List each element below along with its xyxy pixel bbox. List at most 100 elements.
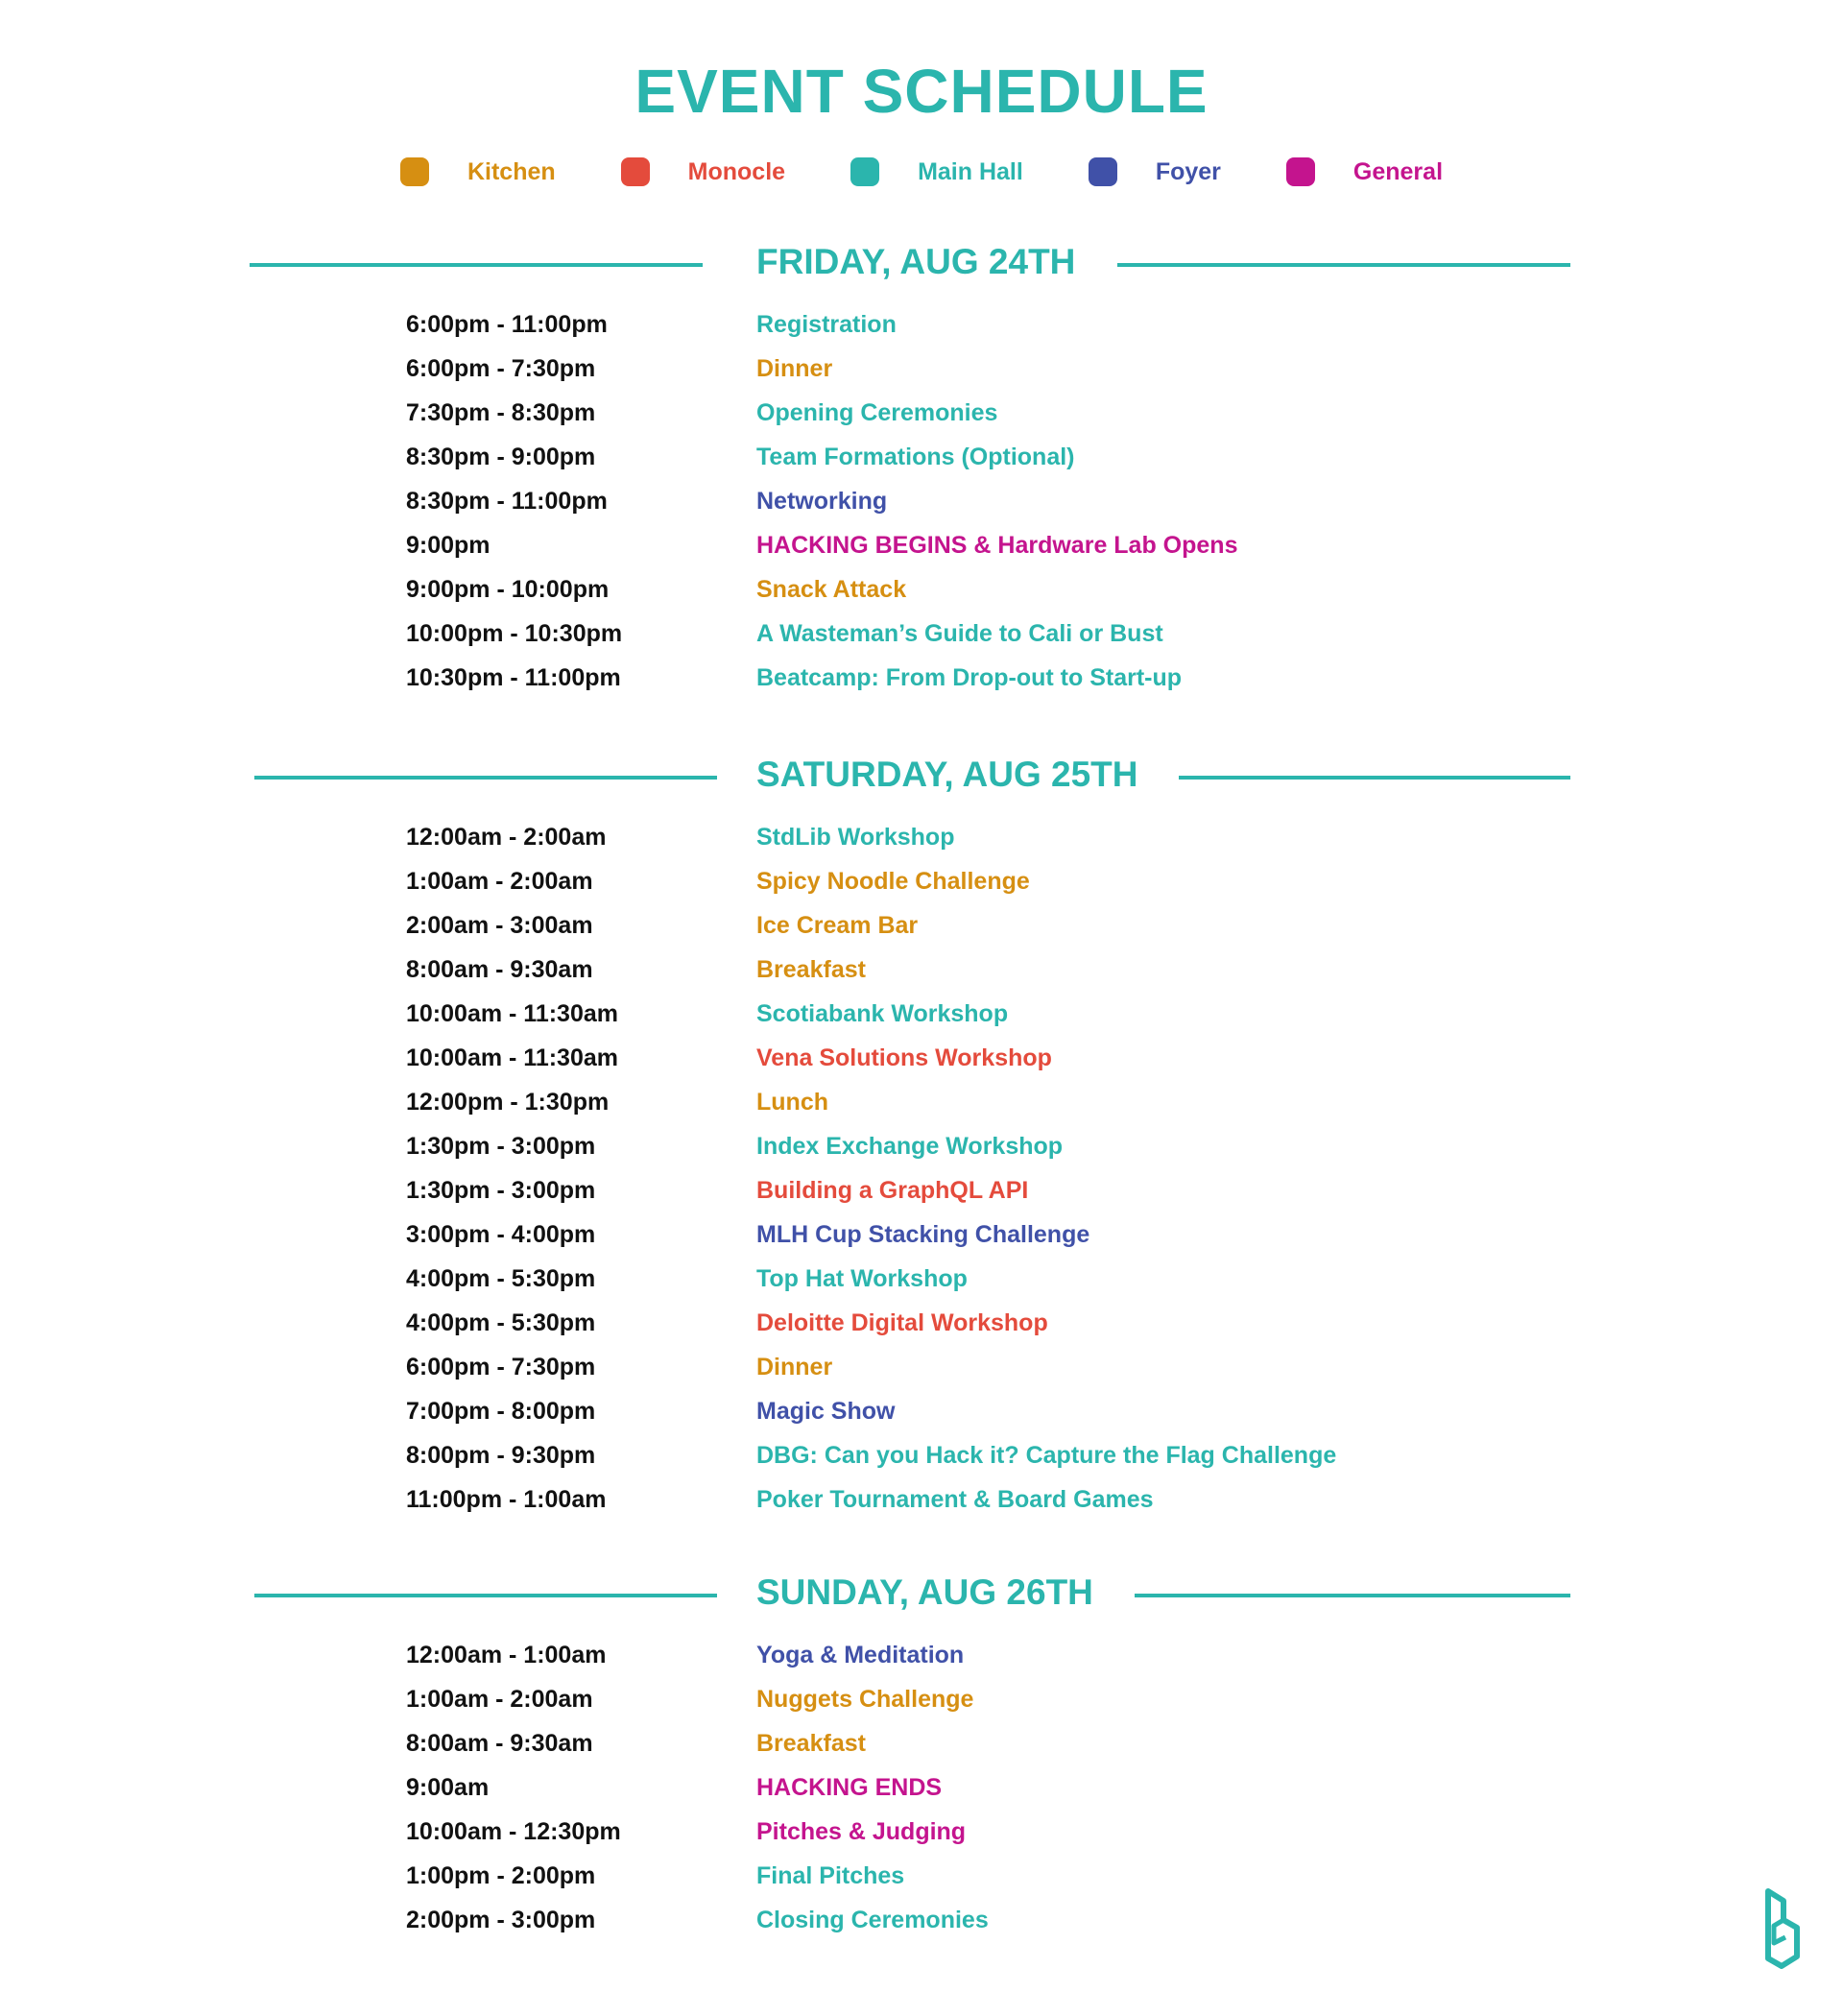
- event-row: 9:00am HACKING ENDS: [0, 1766, 1843, 1811]
- event-name: Opening Ceremonies: [756, 399, 998, 426]
- event-row: 8:30pm - 9:00pm Team Formations (Optional…: [0, 436, 1843, 480]
- event-time: 8:00am - 9:30am: [406, 956, 593, 983]
- location-legend: Kitchen Monocle Main Hall Foyer General: [0, 157, 1843, 186]
- day-title: FRIDAY, AUG 24TH: [756, 242, 1076, 281]
- event-name: Registration: [756, 311, 897, 338]
- day-header: SATURDAY, AUG 25TH: [0, 749, 1843, 806]
- event-row: 4:00pm - 5:30pm Top Hat Workshop: [0, 1258, 1843, 1302]
- event-name: Breakfast: [756, 1730, 866, 1757]
- event-name: Beatcamp: From Drop-out to Start-up: [756, 664, 1183, 691]
- event-row: 10:00am - 12:30pm Pitches & Judging: [0, 1811, 1843, 1855]
- legend-swatch: [1088, 157, 1117, 186]
- event-time: 1:00pm - 2:00pm: [406, 1862, 596, 1889]
- event-name: HACKING BEGINS & Hardware Lab Opens: [756, 532, 1238, 559]
- event-name: Poker Tournament & Board Games: [756, 1486, 1154, 1513]
- divider-rule-right: [1179, 776, 1570, 780]
- event-name: Networking: [756, 488, 888, 515]
- event-row: 2:00pm - 3:00pm Closing Ceremonies: [0, 1899, 1843, 1943]
- event-time: 12:00am - 2:00am: [406, 824, 607, 851]
- legend-swatch: [399, 157, 429, 186]
- event-time: 1:30pm - 3:00pm: [406, 1177, 596, 1204]
- legend-item-main-hall: Main Hall: [850, 157, 1023, 186]
- legend-swatch: [850, 157, 880, 186]
- event-time: 9:00pm: [406, 532, 491, 559]
- event-name: Top Hat Workshop: [756, 1265, 968, 1292]
- legend-swatch: [1285, 157, 1315, 186]
- event-time: 7:00pm - 8:00pm: [406, 1398, 596, 1425]
- schedule-page: EVENT SCHEDULE Kitchen Monocle Main Hall Fo…: [0, 0, 1843, 2016]
- event-name: Building a GraphQL API: [756, 1177, 1029, 1204]
- day-header: SUNDAY, AUG 26TH: [0, 1567, 1843, 1624]
- event-time: 4:00pm - 5:30pm: [406, 1265, 596, 1292]
- event-time: 10:00pm - 10:30pm: [406, 620, 623, 647]
- event-name: Spicy Noodle Challenge: [756, 868, 1030, 895]
- event-name: Scotiabank Workshop: [756, 1000, 1009, 1027]
- event-time: 2:00pm - 3:00pm: [406, 1907, 596, 1933]
- event-name: Snack Attack: [756, 576, 907, 603]
- event-list: 12:00am - 1:00am Yoga & Meditation 1:00am …: [0, 1634, 1843, 1943]
- event-name: Yoga & Meditation: [756, 1642, 965, 1668]
- event-row: 1:00pm - 2:00pm Final Pitches: [0, 1855, 1843, 1899]
- event-name: Dinner: [756, 1354, 833, 1380]
- event-row: 6:00pm - 11:00pm Registration: [0, 303, 1843, 348]
- event-row: 8:30pm - 11:00pm Networking: [0, 480, 1843, 524]
- page-title: EVENT SCHEDULE: [634, 57, 1209, 126]
- day-section: FRIDAY, AUG 24TH 6:00pm - 11:00pm Registra…: [0, 236, 1843, 701]
- day-section: SATURDAY, AUG 25TH 12:00am - 2:00am StdLib…: [0, 749, 1843, 1523]
- event-time: 10:00am - 11:30am: [406, 1044, 618, 1071]
- event-row: 1:00am - 2:00am Nuggets Challenge: [0, 1678, 1843, 1722]
- event-name: Vena Solutions Workshop: [756, 1044, 1052, 1071]
- event-list: 6:00pm - 11:00pm Registration 6:00pm - 7:3…: [0, 303, 1843, 701]
- event-time: 12:00pm - 1:30pm: [406, 1089, 610, 1116]
- day-section: SUNDAY, AUG 26TH 12:00am - 1:00am Yoga & M…: [0, 1567, 1843, 1943]
- event-time: 9:00pm - 10:00pm: [406, 576, 610, 603]
- event-row: 7:00pm - 8:00pm Magic Show: [0, 1390, 1843, 1434]
- event-name: Breakfast: [756, 956, 866, 983]
- event-name: MLH Cup Stacking Challenge: [756, 1221, 1090, 1248]
- legend-label: Monocle: [687, 157, 786, 185]
- event-name: Deloitte Digital Workshop: [756, 1309, 1048, 1336]
- event-time: 7:30pm - 8:30pm: [406, 399, 596, 426]
- event-time: 12:00am - 1:00am: [406, 1642, 607, 1668]
- event-name: HACKING ENDS: [756, 1774, 943, 1801]
- event-row: 1:30pm - 3:00pm Building a GraphQL API: [0, 1169, 1843, 1213]
- legend-label: General: [1352, 157, 1444, 185]
- event-name: Index Exchange Workshop: [756, 1133, 1064, 1160]
- event-time: 6:00pm - 11:00pm: [406, 311, 608, 338]
- event-row: 10:00am - 11:30am Scotiabank Workshop: [0, 993, 1843, 1037]
- divider-rule-right: [1135, 1594, 1570, 1597]
- event-name: DBG: Can you Hack it? Capture the Flag C…: [756, 1442, 1337, 1469]
- divider-rule-left: [254, 1594, 717, 1597]
- event-time: 1:00am - 2:00am: [406, 868, 593, 895]
- legend-item-general: General: [1285, 157, 1444, 186]
- event-row: 6:00pm - 7:30pm Dinner: [0, 348, 1843, 392]
- divider-rule-right: [1117, 263, 1570, 267]
- event-row: 12:00am - 1:00am Yoga & Meditation: [0, 1634, 1843, 1678]
- event-row: 7:30pm - 8:30pm Opening Ceremonies: [0, 392, 1843, 436]
- event-row: 10:30pm - 11:00pm Beatcamp: From Drop-out…: [0, 657, 1843, 701]
- divider-rule-left: [254, 776, 717, 780]
- event-name: StdLib Workshop: [756, 824, 955, 851]
- legend-label: Kitchen: [467, 157, 556, 185]
- event-time: 1:00am - 2:00am: [406, 1686, 593, 1713]
- legend-item-foyer: Foyer: [1088, 157, 1221, 186]
- legend-swatch: [620, 157, 650, 186]
- event-row: 4:00pm - 5:30pm Deloitte Digital Workshop: [0, 1302, 1843, 1346]
- legend-item-monocle: Monocle: [620, 157, 786, 186]
- event-row: 10:00am - 11:30am Vena Solutions Workshop: [0, 1037, 1843, 1081]
- event-row: 11:00pm - 1:00am Poker Tournament & Board…: [0, 1478, 1843, 1523]
- event-list: 12:00am - 2:00am StdLib Workshop 1:00am - …: [0, 816, 1843, 1523]
- event-row: 3:00pm - 4:00pm MLH Cup Stacking Challeng…: [0, 1213, 1843, 1258]
- event-row: 8:00pm - 9:30pm DBG: Can you Hack it? Cap…: [0, 1434, 1843, 1478]
- event-time: 1:30pm - 3:00pm: [406, 1133, 596, 1160]
- event-name: Closing Ceremonies: [756, 1907, 989, 1933]
- event-time: 8:00am - 9:30am: [406, 1730, 593, 1757]
- event-row: 1:30pm - 3:00pm Index Exchange Workshop: [0, 1125, 1843, 1169]
- event-row: 10:00pm - 10:30pm A Wasteman’s Guide to C…: [0, 612, 1843, 657]
- event-row: 1:00am - 2:00am Spicy Noodle Challenge: [0, 860, 1843, 904]
- event-time: 10:00am - 12:30pm: [406, 1818, 621, 1845]
- event-time: 6:00pm - 7:30pm: [406, 1354, 596, 1380]
- hackathon-b-logo-icon: [1762, 1887, 1803, 1975]
- event-name: A Wasteman’s Guide to Cali or Bust: [756, 620, 1163, 647]
- event-time: 9:00am: [406, 1774, 490, 1801]
